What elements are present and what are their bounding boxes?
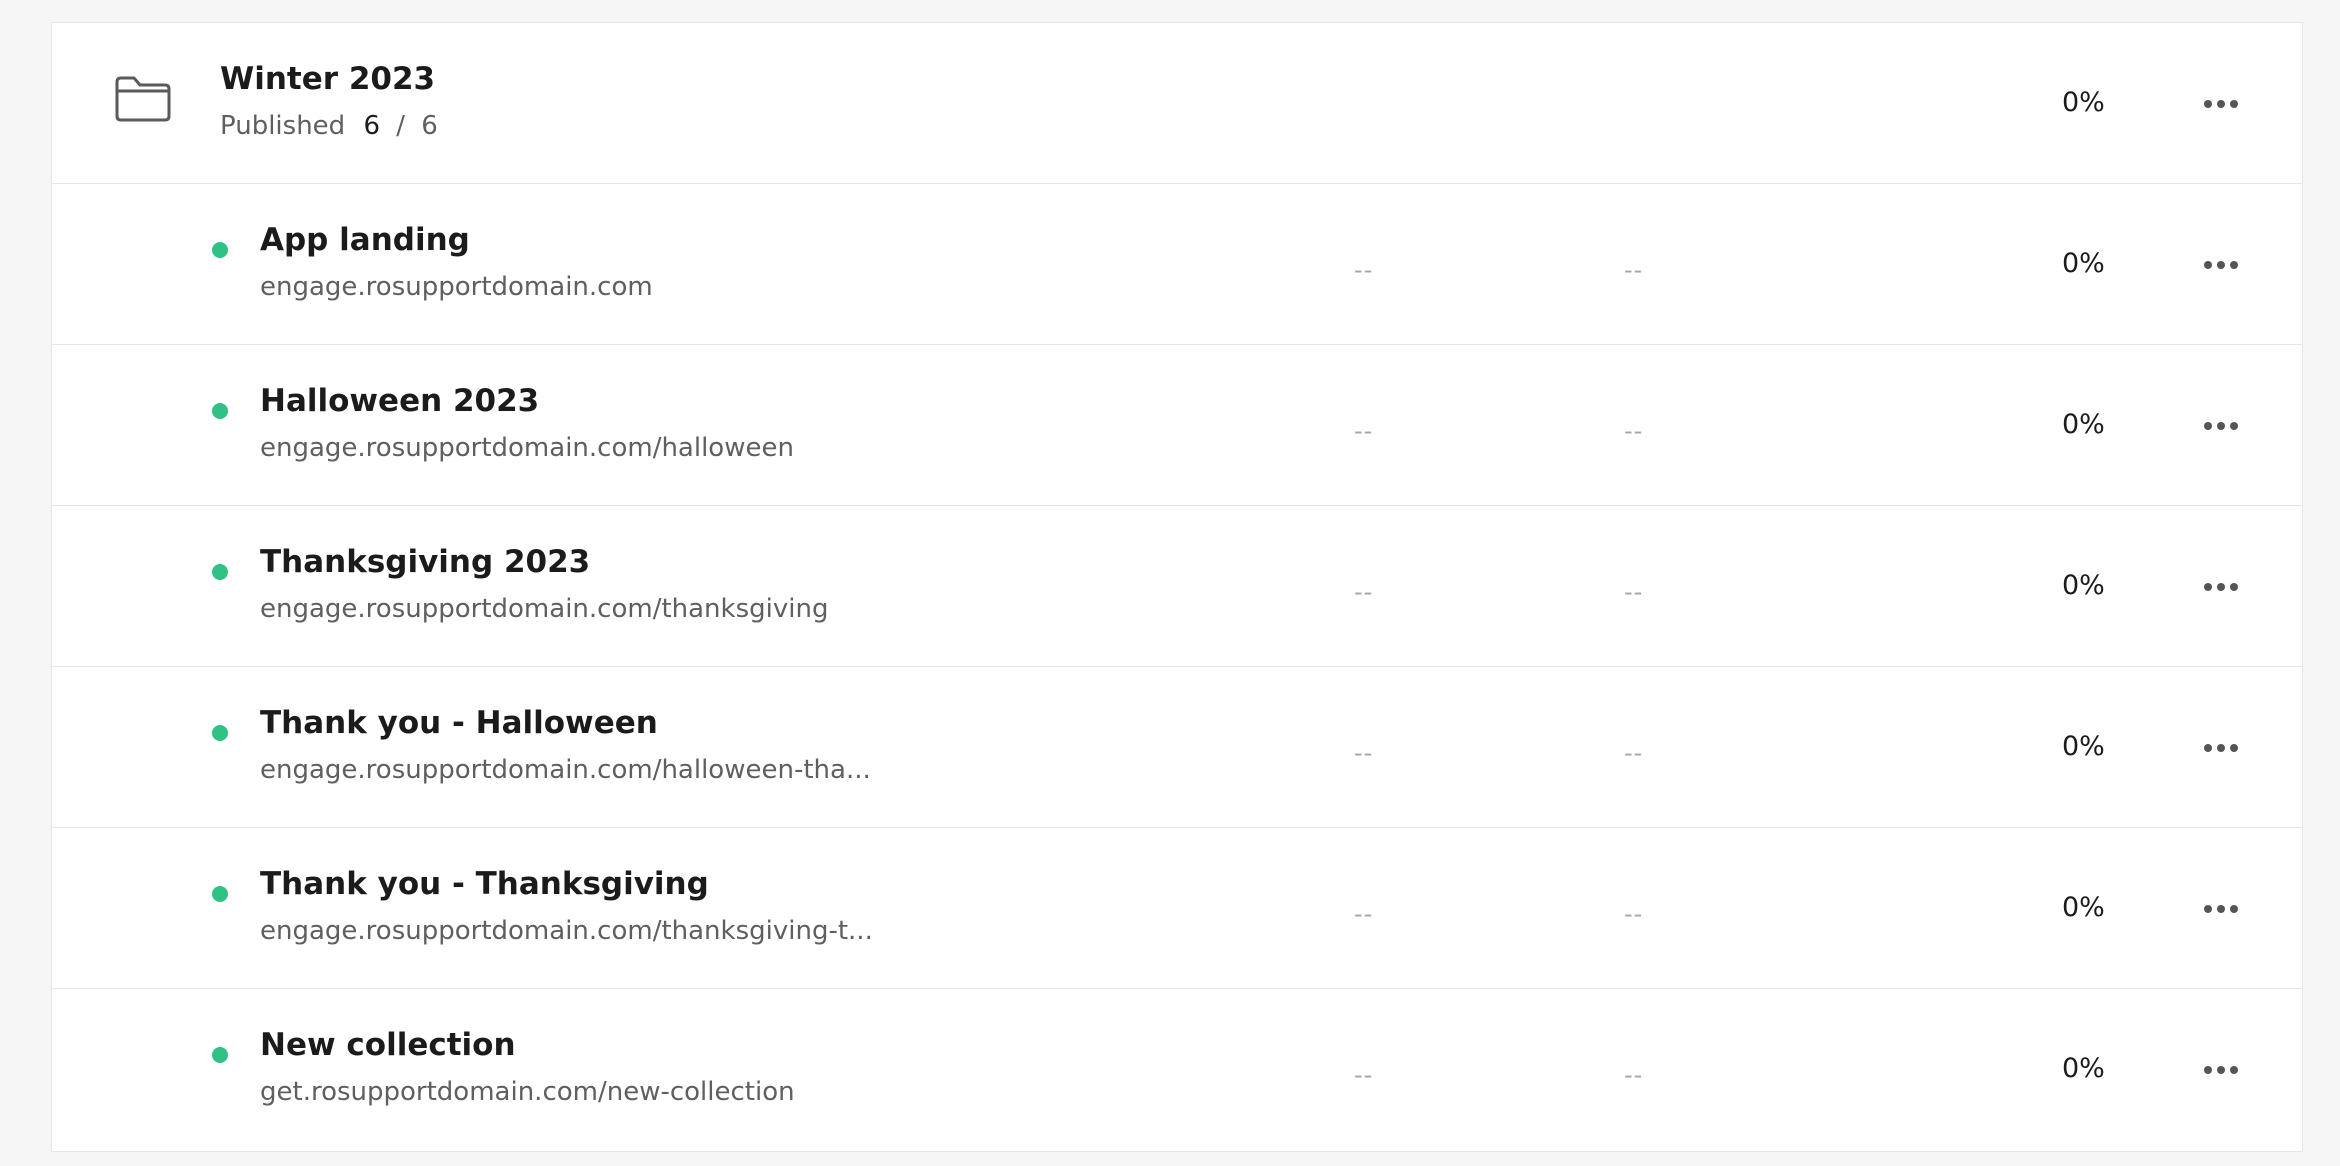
page-row[interactable]: Thank you - Thanksgiving engage.rosuppor… bbox=[52, 828, 2302, 989]
page-title[interactable]: Thanksgiving 2023 bbox=[260, 544, 590, 580]
published-separator: / bbox=[396, 111, 406, 141]
page-url: engage.rosupportdomain.com/thanksgiving bbox=[260, 594, 829, 624]
more-horizontal-icon bbox=[2204, 261, 2238, 269]
group-more-button[interactable] bbox=[2186, 83, 2256, 125]
published-status-dot bbox=[212, 403, 228, 419]
collection-panel: Winter 2023 Published 6 / 6 0% App landi… bbox=[51, 22, 2303, 1152]
metric-a: -- bbox=[1354, 1061, 1374, 1089]
metric-a: -- bbox=[1354, 739, 1374, 767]
page-more-button[interactable] bbox=[2186, 405, 2256, 447]
more-horizontal-icon bbox=[2204, 744, 2238, 752]
page-more-button[interactable] bbox=[2186, 244, 2256, 286]
group-title: Winter 2023 bbox=[220, 61, 436, 97]
page-url: engage.rosupportdomain.com/halloween-tha… bbox=[260, 755, 871, 785]
group-percent: 0% bbox=[2062, 87, 2105, 118]
published-status-dot bbox=[212, 725, 228, 741]
page-title[interactable]: App landing bbox=[260, 222, 470, 258]
page-row[interactable]: New collection get.rosupportdomain.com/n… bbox=[52, 989, 2302, 1150]
metric-b: -- bbox=[1624, 578, 1644, 606]
page-percent: 0% bbox=[2062, 409, 2105, 440]
metric-a: -- bbox=[1354, 900, 1374, 928]
page-title[interactable]: Thank you - Thanksgiving bbox=[260, 866, 709, 902]
page-title[interactable]: Halloween 2023 bbox=[260, 383, 539, 419]
published-total: 6 bbox=[421, 111, 438, 141]
page-percent: 0% bbox=[2062, 248, 2105, 279]
page-percent: 0% bbox=[2062, 570, 2105, 601]
more-horizontal-icon bbox=[2204, 422, 2238, 430]
page-percent: 0% bbox=[2062, 1053, 2105, 1084]
published-status-dot bbox=[212, 242, 228, 258]
metric-b: -- bbox=[1624, 900, 1644, 928]
page-percent: 0% bbox=[2062, 731, 2105, 762]
published-status-dot bbox=[212, 564, 228, 580]
page-row[interactable]: App landing engage.rosupportdomain.com -… bbox=[52, 184, 2302, 345]
page-row[interactable]: Halloween 2023 engage.rosupportdomain.co… bbox=[52, 345, 2302, 506]
page-more-button[interactable] bbox=[2186, 1049, 2256, 1091]
metric-a: -- bbox=[1354, 417, 1374, 445]
published-count: 6 bbox=[363, 111, 380, 141]
metric-a: -- bbox=[1354, 578, 1374, 606]
page-percent: 0% bbox=[2062, 892, 2105, 923]
page-row[interactable]: Thank you - Halloween engage.rosupportdo… bbox=[52, 667, 2302, 828]
folder-icon bbox=[115, 76, 171, 122]
page-title[interactable]: Thank you - Halloween bbox=[260, 705, 658, 741]
page-url: engage.rosupportdomain.com/halloween bbox=[260, 433, 794, 463]
page-more-button[interactable] bbox=[2186, 566, 2256, 608]
page-more-button[interactable] bbox=[2186, 888, 2256, 930]
published-label: Published bbox=[220, 111, 346, 141]
metric-b: -- bbox=[1624, 1061, 1644, 1089]
page-url: engage.rosupportdomain.com/thanksgiving-… bbox=[260, 916, 873, 946]
metric-a: -- bbox=[1354, 256, 1374, 284]
more-horizontal-icon bbox=[2204, 583, 2238, 591]
published-status-dot bbox=[212, 886, 228, 902]
metric-b: -- bbox=[1624, 256, 1644, 284]
page-row[interactable]: Thanksgiving 2023 engage.rosupportdomain… bbox=[52, 506, 2302, 667]
more-horizontal-icon bbox=[2204, 1066, 2238, 1074]
page-more-button[interactable] bbox=[2186, 727, 2256, 769]
group-published-status: Published 6 / 6 bbox=[220, 111, 438, 141]
more-horizontal-icon bbox=[2204, 100, 2238, 108]
page-url: get.rosupportdomain.com/new-collection bbox=[260, 1077, 795, 1107]
published-status-dot bbox=[212, 1047, 228, 1063]
page-title[interactable]: New collection bbox=[260, 1027, 516, 1063]
metric-b: -- bbox=[1624, 417, 1644, 445]
page-url: engage.rosupportdomain.com bbox=[260, 272, 653, 302]
collection-group-row[interactable]: Winter 2023 Published 6 / 6 0% bbox=[52, 23, 2302, 184]
more-horizontal-icon bbox=[2204, 905, 2238, 913]
metric-b: -- bbox=[1624, 739, 1644, 767]
